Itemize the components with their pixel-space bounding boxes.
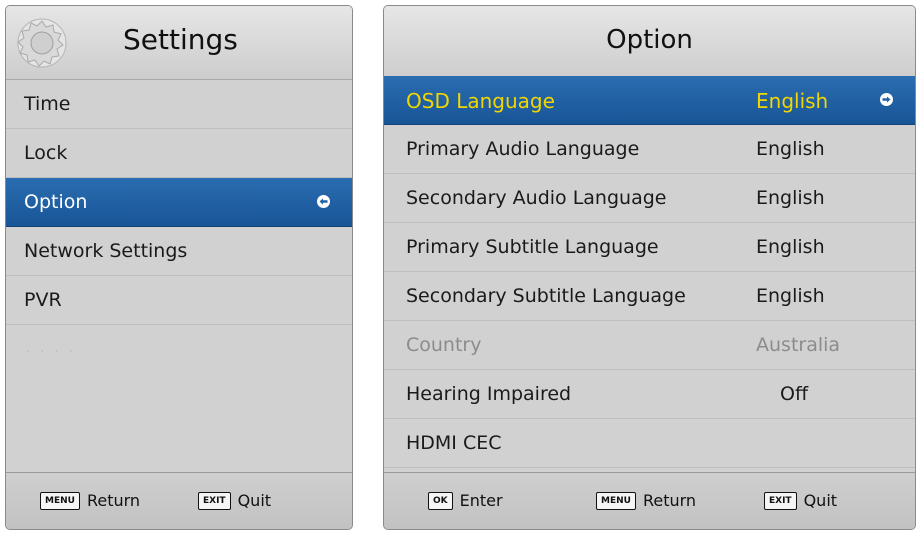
menu-return-hint[interactable]: MENU Return <box>40 491 140 510</box>
option-row-primary-subtitle-language[interactable]: Primary Subtitle Language English <box>384 223 915 272</box>
option-label: Hearing Impaired <box>406 383 572 405</box>
option-header: Option <box>384 6 915 80</box>
option-value: English <box>756 236 825 258</box>
option-label: Primary Subtitle Language <box>406 236 659 258</box>
settings-footer: MENU Return EXIT Quit <box>6 472 352 529</box>
settings-header: Settings <box>6 6 352 80</box>
option-value: Off <box>780 383 809 405</box>
option-value: English <box>756 285 825 307</box>
menu-item-label: Network Settings <box>24 240 188 262</box>
option-label: Secondary Subtitle Language <box>406 285 686 307</box>
exit-key-icon: EXIT <box>764 491 797 510</box>
option-row-secondary-subtitle-language[interactable]: Secondary Subtitle Language English <box>384 272 915 321</box>
option-panel: Option OSD Language English Primary Audi… <box>383 5 916 530</box>
return-label: Return <box>642 491 697 510</box>
menu-item-label: Time <box>24 93 71 115</box>
option-value: English <box>756 138 825 160</box>
menu-item-lock[interactable]: Lock <box>6 129 352 178</box>
option-value: English <box>756 187 825 209</box>
menu-key-icon: MENU <box>596 491 636 510</box>
menu-item-label: Lock <box>24 142 68 164</box>
option-label: Country <box>406 334 482 356</box>
enter-label: Enter <box>459 491 503 510</box>
option-label: HDMI CEC <box>406 432 502 454</box>
menu-item-time[interactable]: Time <box>6 80 352 129</box>
menu-return-hint[interactable]: MENU Return <box>596 491 696 510</box>
menu-item-pvr[interactable]: PVR <box>6 276 352 325</box>
ok-key-icon: OK <box>428 491 453 510</box>
settings-title: Settings <box>123 23 238 56</box>
option-row-hdmi-cec[interactable]: HDMI CEC <box>384 419 915 468</box>
quit-label: Quit <box>237 491 272 510</box>
option-label: OSD Language <box>406 89 555 113</box>
exit-quit-hint[interactable]: EXIT Quit <box>198 491 271 510</box>
option-label: Primary Audio Language <box>406 138 640 160</box>
arrow-left-icon <box>317 195 330 208</box>
option-value: Australia <box>756 334 841 356</box>
option-row-hearing-impaired[interactable]: Hearing Impaired Off <box>384 370 915 419</box>
quit-label: Quit <box>803 491 838 510</box>
menu-item-option[interactable]: Option <box>6 178 352 227</box>
return-label: Return <box>86 491 141 510</box>
gear-icon <box>17 18 67 68</box>
option-row-country: Country Australia <box>384 321 915 370</box>
menu-item-label: Option <box>24 191 88 213</box>
option-row-primary-audio-language[interactable]: Primary Audio Language English <box>384 125 915 174</box>
option-row-secondary-audio-language[interactable]: Secondary Audio Language English <box>384 174 915 223</box>
menu-item-label: PVR <box>24 289 62 311</box>
option-title: Option <box>606 25 693 55</box>
exit-key-icon: EXIT <box>198 491 231 510</box>
menu-item-network-settings[interactable]: Network Settings <box>6 227 352 276</box>
option-label: Secondary Audio Language <box>406 187 667 209</box>
option-value: English <box>756 89 829 113</box>
option-row-osd-language[interactable]: OSD Language English <box>384 76 915 125</box>
exit-quit-hint[interactable]: EXIT Quit <box>764 491 837 510</box>
menu-key-icon: MENU <box>40 491 80 510</box>
arrow-right-icon <box>880 93 893 106</box>
ok-enter-hint[interactable]: OK Enter <box>428 491 503 510</box>
settings-panel: Settings Time Lock Option Network Settin… <box>5 5 353 530</box>
hidden-item-placeholder: · · · · <box>26 345 76 360</box>
option-footer: OK Enter MENU Return EXIT Quit <box>384 472 915 529</box>
